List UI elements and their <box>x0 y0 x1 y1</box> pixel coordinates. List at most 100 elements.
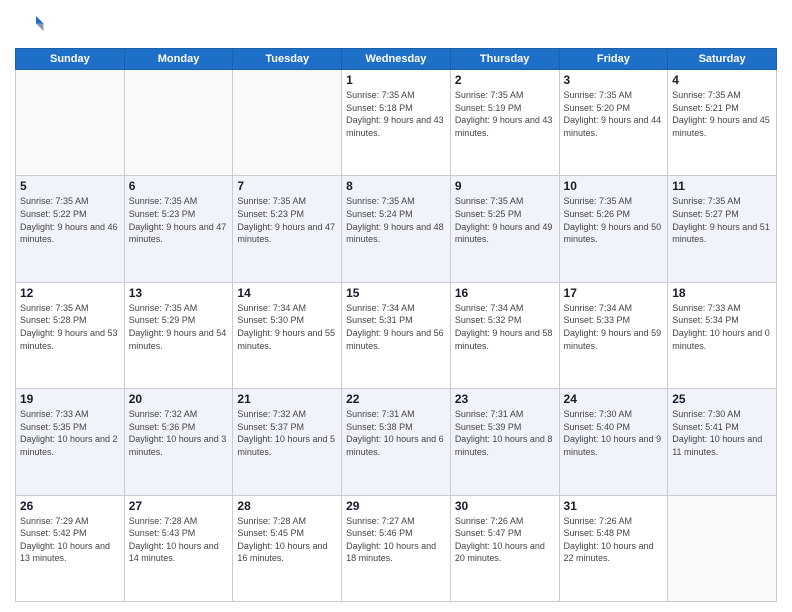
weekday-header-tuesday: Tuesday <box>233 49 342 70</box>
logo-icon <box>15 10 45 40</box>
day-info: Sunrise: 7:27 AM Sunset: 5:46 PM Dayligh… <box>346 515 446 565</box>
day-info: Sunrise: 7:35 AM Sunset: 5:24 PM Dayligh… <box>346 195 446 245</box>
day-number: 28 <box>237 499 337 513</box>
day-number: 29 <box>346 499 446 513</box>
day-number: 1 <box>346 73 446 87</box>
day-number: 31 <box>564 499 664 513</box>
calendar-cell: 8 Sunrise: 7:35 AM Sunset: 5:24 PM Daylig… <box>342 176 451 282</box>
weekday-header-wednesday: Wednesday <box>342 49 451 70</box>
day-number: 10 <box>564 179 664 193</box>
calendar-cell: 1 Sunrise: 7:35 AM Sunset: 5:18 PM Daylig… <box>342 70 451 176</box>
calendar-cell: 9Sunrise: 7:35 AM Sunset: 5:25 PM Daylig… <box>450 176 559 282</box>
day-number: 4 <box>672 73 772 87</box>
logo <box>15 10 49 40</box>
calendar-cell: 2 Sunrise: 7:35 AM Sunset: 5:19 PM Daylig… <box>450 70 559 176</box>
calendar-week-2: 5 Sunrise: 7:35 AM Sunset: 5:22 PM Daylig… <box>16 176 777 282</box>
day-number: 9 <box>455 179 555 193</box>
calendar-cell: 29 Sunrise: 7:27 AM Sunset: 5:46 PM Dayli… <box>342 495 451 601</box>
day-info: Sunrise: 7:26 AM Sunset: 5:47 PM Dayligh… <box>455 515 555 565</box>
calendar-cell: 12 Sunrise: 7:35 AM Sunset: 5:28 PM Dayli… <box>16 282 125 388</box>
calendar-week-4: 19Sunrise: 7:33 AM Sunset: 5:35 PM Dayli… <box>16 389 777 495</box>
day-number: 16 <box>455 286 555 300</box>
day-info: Sunrise: 7:35 AM Sunset: 5:21 PM Dayligh… <box>672 89 772 139</box>
day-info: Sunrise: 7:35 AM Sunset: 5:20 PM Dayligh… <box>564 89 664 139</box>
calendar-cell: 5 Sunrise: 7:35 AM Sunset: 5:22 PM Daylig… <box>16 176 125 282</box>
day-info: Sunrise: 7:35 AM Sunset: 5:23 PM Dayligh… <box>237 195 337 245</box>
day-number: 21 <box>237 392 337 406</box>
day-number: 7 <box>237 179 337 193</box>
day-number: 11 <box>672 179 772 193</box>
weekday-header-row: SundayMondayTuesdayWednesdayThursdayFrid… <box>16 49 777 70</box>
day-number: 8 <box>346 179 446 193</box>
calendar-cell <box>233 70 342 176</box>
day-number: 14 <box>237 286 337 300</box>
day-info: Sunrise: 7:32 AM Sunset: 5:37 PM Dayligh… <box>237 408 337 458</box>
day-info: Sunrise: 7:28 AM Sunset: 5:43 PM Dayligh… <box>129 515 229 565</box>
calendar-cell: 24 Sunrise: 7:30 AM Sunset: 5:40 PM Dayli… <box>559 389 668 495</box>
calendar-cell: 16 Sunrise: 7:34 AM Sunset: 5:32 PM Dayli… <box>450 282 559 388</box>
calendar-cell: 26 Sunrise: 7:29 AM Sunset: 5:42 PM Dayli… <box>16 495 125 601</box>
calendar-cell: 28 Sunrise: 7:28 AM Sunset: 5:45 PM Dayli… <box>233 495 342 601</box>
day-number: 23 <box>455 392 555 406</box>
day-number: 6 <box>129 179 229 193</box>
day-info: Sunrise: 7:35 AM Sunset: 5:28 PM Dayligh… <box>20 302 120 352</box>
calendar-cell: 20Sunrise: 7:32 AM Sunset: 5:36 PM Dayli… <box>124 389 233 495</box>
calendar-cell: 31 Sunrise: 7:26 AM Sunset: 5:48 PM Dayli… <box>559 495 668 601</box>
day-info: Sunrise: 7:33 AM Sunset: 5:34 PM Dayligh… <box>672 302 772 352</box>
day-info: Sunrise: 7:34 AM Sunset: 5:33 PM Dayligh… <box>564 302 664 352</box>
day-info: Sunrise: 7:35 AM Sunset: 5:27 PM Dayligh… <box>672 195 772 245</box>
calendar-cell: 13Sunrise: 7:35 AM Sunset: 5:29 PM Dayli… <box>124 282 233 388</box>
day-info: Sunrise: 7:34 AM Sunset: 5:30 PM Dayligh… <box>237 302 337 352</box>
calendar-cell: 30 Sunrise: 7:26 AM Sunset: 5:47 PM Dayli… <box>450 495 559 601</box>
calendar-cell: 11 Sunrise: 7:35 AM Sunset: 5:27 PM Dayli… <box>668 176 777 282</box>
calendar-cell: 14 Sunrise: 7:34 AM Sunset: 5:30 PM Dayli… <box>233 282 342 388</box>
calendar-cell <box>16 70 125 176</box>
day-info: Sunrise: 7:30 AM Sunset: 5:41 PM Dayligh… <box>672 408 772 458</box>
calendar-cell: 3 Sunrise: 7:35 AM Sunset: 5:20 PM Daylig… <box>559 70 668 176</box>
day-info: Sunrise: 7:26 AM Sunset: 5:48 PM Dayligh… <box>564 515 664 565</box>
calendar-cell: 25 Sunrise: 7:30 AM Sunset: 5:41 PM Dayli… <box>668 389 777 495</box>
day-number: 15 <box>346 286 446 300</box>
day-number: 12 <box>20 286 120 300</box>
calendar-cell: 21 Sunrise: 7:32 AM Sunset: 5:37 PM Dayli… <box>233 389 342 495</box>
day-info: Sunrise: 7:28 AM Sunset: 5:45 PM Dayligh… <box>237 515 337 565</box>
day-number: 17 <box>564 286 664 300</box>
weekday-header-saturday: Saturday <box>668 49 777 70</box>
calendar-week-1: 1 Sunrise: 7:35 AM Sunset: 5:18 PM Daylig… <box>16 70 777 176</box>
day-number: 18 <box>672 286 772 300</box>
calendar-cell: 17 Sunrise: 7:34 AM Sunset: 5:33 PM Dayli… <box>559 282 668 388</box>
calendar-cell: 15 Sunrise: 7:34 AM Sunset: 5:31 PM Dayli… <box>342 282 451 388</box>
day-info: Sunrise: 7:35 AM Sunset: 5:18 PM Dayligh… <box>346 89 446 139</box>
weekday-header-friday: Friday <box>559 49 668 70</box>
weekday-header-sunday: Sunday <box>16 49 125 70</box>
calendar-week-3: 12 Sunrise: 7:35 AM Sunset: 5:28 PM Dayli… <box>16 282 777 388</box>
day-number: 24 <box>564 392 664 406</box>
day-number: 20 <box>129 392 229 406</box>
calendar-table: SundayMondayTuesdayWednesdayThursdayFrid… <box>15 48 777 602</box>
calendar-cell: 22Sunrise: 7:31 AM Sunset: 5:38 PM Dayli… <box>342 389 451 495</box>
day-number: 3 <box>564 73 664 87</box>
day-info: Sunrise: 7:35 AM Sunset: 5:23 PM Dayligh… <box>129 195 229 245</box>
day-info: Sunrise: 7:29 AM Sunset: 5:42 PM Dayligh… <box>20 515 120 565</box>
calendar-cell: 10Sunrise: 7:35 AM Sunset: 5:26 PM Dayli… <box>559 176 668 282</box>
day-number: 19 <box>20 392 120 406</box>
day-number: 5 <box>20 179 120 193</box>
calendar-cell: 27 Sunrise: 7:28 AM Sunset: 5:43 PM Dayli… <box>124 495 233 601</box>
day-info: Sunrise: 7:35 AM Sunset: 5:19 PM Dayligh… <box>455 89 555 139</box>
day-info: Sunrise: 7:34 AM Sunset: 5:32 PM Dayligh… <box>455 302 555 352</box>
day-number: 22 <box>346 392 446 406</box>
header <box>15 10 777 40</box>
day-info: Sunrise: 7:34 AM Sunset: 5:31 PM Dayligh… <box>346 302 446 352</box>
day-number: 25 <box>672 392 772 406</box>
calendar-cell <box>668 495 777 601</box>
day-number: 2 <box>455 73 555 87</box>
day-number: 26 <box>20 499 120 513</box>
day-info: Sunrise: 7:35 AM Sunset: 5:22 PM Dayligh… <box>20 195 120 245</box>
day-info: Sunrise: 7:30 AM Sunset: 5:40 PM Dayligh… <box>564 408 664 458</box>
calendar-cell: 19Sunrise: 7:33 AM Sunset: 5:35 PM Dayli… <box>16 389 125 495</box>
page: SundayMondayTuesdayWednesdayThursdayFrid… <box>0 0 792 612</box>
calendar-cell: 23Sunrise: 7:31 AM Sunset: 5:39 PM Dayli… <box>450 389 559 495</box>
day-number: 30 <box>455 499 555 513</box>
day-number: 27 <box>129 499 229 513</box>
calendar-week-5: 26 Sunrise: 7:29 AM Sunset: 5:42 PM Dayli… <box>16 495 777 601</box>
